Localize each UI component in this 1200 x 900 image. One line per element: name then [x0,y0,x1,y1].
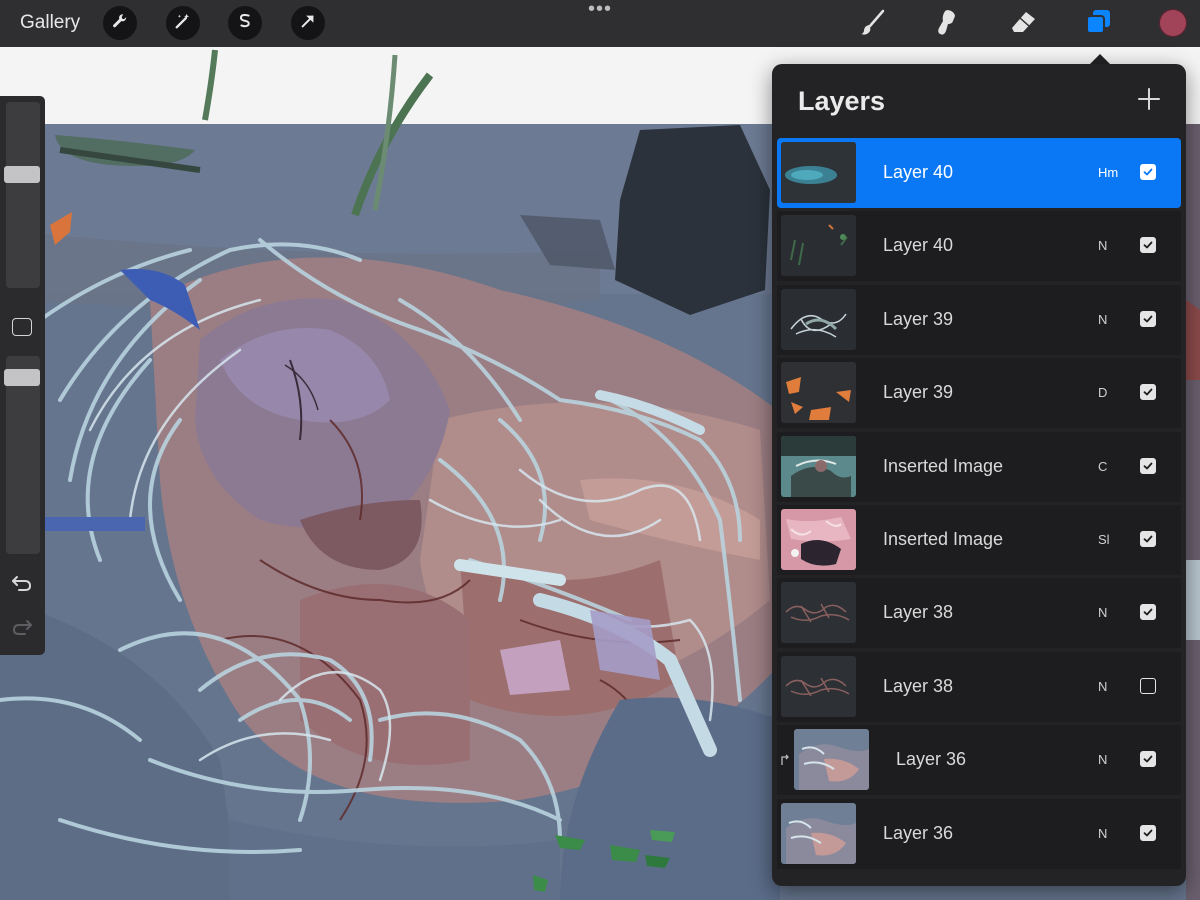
layer-row[interactable]: Layer 39 N [777,284,1181,355]
eraser-tool[interactable] [1007,8,1039,40]
blend-mode-button[interactable]: N [1098,605,1107,620]
blend-mode-button[interactable]: N [1098,312,1107,327]
magic-wand-icon [174,12,192,35]
brush-size-slider[interactable] [6,102,40,288]
actions-button[interactable] [103,6,137,40]
undo-icon [10,576,34,598]
transform-button[interactable] [291,6,325,40]
layer-visibility-checkbox[interactable] [1140,164,1156,180]
layer-row[interactable]: Layer 38 N [777,651,1181,722]
layer-visibility-checkbox[interactable] [1140,310,1156,327]
layer-name: Layer 40 [883,162,954,182]
layer-row[interactable]: Layer 40 Hm [777,138,1181,208]
selection-icon [236,12,254,35]
plus-icon [1136,88,1162,116]
layer-name: Layer 40 [883,235,954,256]
brush-opacity-handle[interactable] [4,369,40,386]
blend-mode-button[interactable]: C [1098,459,1107,474]
layer-visibility-checkbox[interactable] [1140,604,1156,621]
selection-button[interactable] [228,6,262,40]
blend-mode-button[interactable]: N [1098,238,1107,253]
layers-tool[interactable] [1082,8,1114,40]
brush-icon [858,7,888,42]
brush-size-handle[interactable] [4,166,40,183]
wrench-icon [111,12,129,35]
blend-mode-button[interactable]: N [1098,826,1107,841]
layer-name: Layer 38 [883,602,954,623]
layer-row[interactable]: Inserted Image Sl [777,505,1181,575]
top-toolbar: Gallery ••• [0,0,1200,47]
eraser-icon [1008,7,1038,42]
layer-visibility-checkbox[interactable] [1140,237,1156,254]
layer-visibility-checkbox[interactable] [1140,531,1156,547]
layers-icon [1083,7,1113,42]
layer-row[interactable]: Layer 38 N [777,578,1181,649]
layer-row[interactable]: Layer 36 N [777,798,1181,869]
layer-row[interactable]: Layer 36 N [777,725,1181,796]
layer-thumbnail [781,362,856,424]
modify-button[interactable] [12,318,32,336]
layer-thumbnail [794,729,869,791]
layer-visibility-checkbox[interactable] [1140,751,1156,768]
layer-visibility-checkbox[interactable] [1140,457,1156,474]
layer-name: Layer 38 [883,675,954,696]
layer-visibility-checkbox[interactable] [1140,677,1156,694]
brush-sidebar [0,96,45,655]
layer-thumbnail [781,802,856,864]
color-picker-button[interactable] [1159,9,1187,37]
layer-visibility-checkbox[interactable] [1140,384,1156,401]
layer-name: Inserted Image [883,455,1004,476]
blend-mode-button[interactable]: Sl [1098,532,1110,547]
layer-thumbnail [781,215,856,277]
layers-panel: Layers Layer 40 Hm Layer 40 N Layer 39 N Layer… [772,64,1186,886]
layer-thumbnail [781,435,856,497]
arrow-icon [299,12,317,35]
layer-name: Layer 36 [883,822,954,843]
layer-row[interactable]: Inserted Image C [777,431,1181,502]
layer-name: Layer 36 [896,749,967,770]
redo-icon [10,620,34,642]
blend-mode-button[interactable]: D [1098,385,1107,400]
layer-thumbnail [781,655,856,717]
redo-button[interactable] [10,616,34,638]
clipping-mask-icon [780,753,790,766]
smudge-tool[interactable] [930,8,962,40]
layer-visibility-checkbox[interactable] [1140,824,1156,841]
layer-row[interactable]: Layer 39 D [777,358,1181,429]
layer-thumbnail [781,582,856,644]
layers-title: Layers [798,86,886,116]
gallery-button[interactable]: Gallery [20,12,80,34]
more-options-handle[interactable]: ••• [586,0,614,20]
paint-tool[interactable] [857,8,889,40]
blend-mode-button[interactable]: N [1098,679,1107,694]
undo-button[interactable] [10,572,34,594]
layer-thumbnail [781,288,856,350]
layer-thumbnail [781,509,856,570]
blend-mode-button[interactable]: Hm [1098,165,1118,180]
layer-name: Inserted Image [883,529,1004,549]
adjustments-button[interactable] [166,6,200,40]
layer-thumbnail [781,142,856,203]
layer-name: Layer 39 [883,308,954,329]
blend-mode-button[interactable]: N [1098,752,1107,767]
smudge-icon [931,7,961,42]
layer-row[interactable]: Layer 40 N [777,211,1181,282]
add-layer-button[interactable] [1136,86,1162,112]
layer-name: Layer 39 [883,382,954,403]
